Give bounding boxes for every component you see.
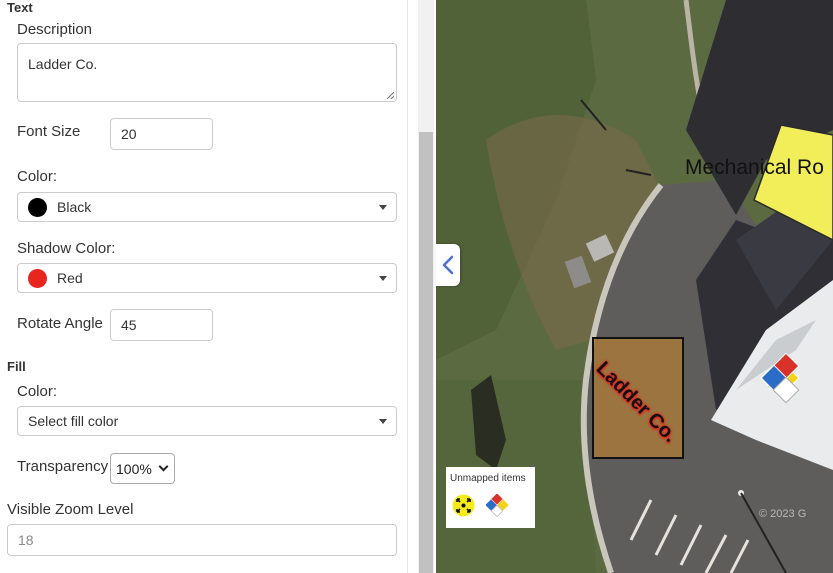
transparency-value: 100% (116, 460, 152, 477)
caret-down-icon (379, 419, 387, 424)
map-watermark: © 2023 G (759, 508, 807, 520)
description-label: Description (17, 21, 93, 38)
panel-scrollbar-thumb[interactable] (419, 132, 433, 573)
unmapped-items-panel: Unmapped items (446, 467, 535, 528)
shadow-color-value: Red (57, 270, 83, 286)
font-size-value: 20 (121, 126, 137, 142)
transparency-select[interactable]: 100% (110, 453, 175, 484)
black-swatch-icon (28, 197, 47, 217)
zoom-level-input[interactable]: 18 (7, 524, 397, 556)
rotate-angle-label: Rotate Angle (17, 315, 103, 332)
unmapped-items-title: Unmapped items (450, 473, 526, 484)
text-color-label: Color: (17, 168, 58, 185)
zoom-level-placeholder: 18 (18, 532, 34, 548)
caret-down-icon (379, 276, 387, 281)
font-size-label: Font Size (17, 123, 81, 140)
red-swatch-icon (28, 268, 47, 288)
hazmat-diamond-icon[interactable] (486, 494, 510, 518)
zoom-level-label: Visible Zoom Level (7, 501, 134, 518)
caret-down-icon (379, 205, 387, 210)
chevron-down-icon (158, 461, 169, 472)
text-color-value: Black (57, 199, 92, 215)
fill-color-select[interactable]: Select fill color (17, 406, 397, 436)
description-value: Ladder Co. (28, 56, 98, 72)
shadow-color-label: Shadow Color: (17, 240, 116, 257)
rotate-angle-input[interactable]: 45 (110, 309, 213, 341)
room-label[interactable]: Mechanical Ro (685, 156, 824, 180)
fill-color-label: Color: (17, 383, 58, 400)
text-section-title: Text (7, 0, 33, 15)
transparency-label: Transparency (17, 458, 109, 475)
font-size-input[interactable]: 20 (110, 118, 213, 150)
fill-section-title: Fill (7, 359, 26, 374)
rotate-angle-value: 45 (121, 317, 137, 333)
properties-panel: Text Description Ladder Co. Font Size 20… (0, 0, 408, 573)
shadow-color-select[interactable]: Red (17, 263, 397, 293)
description-textarea[interactable]: Ladder Co. (17, 43, 397, 102)
chevron-left-icon (442, 255, 454, 275)
resize-grip-icon[interactable] (386, 91, 394, 99)
text-color-select[interactable]: Black (17, 192, 397, 222)
fill-color-placeholder: Select fill color (28, 413, 119, 429)
assembly-point-icon[interactable] (452, 494, 475, 517)
collapse-panel-button[interactable] (436, 244, 460, 286)
